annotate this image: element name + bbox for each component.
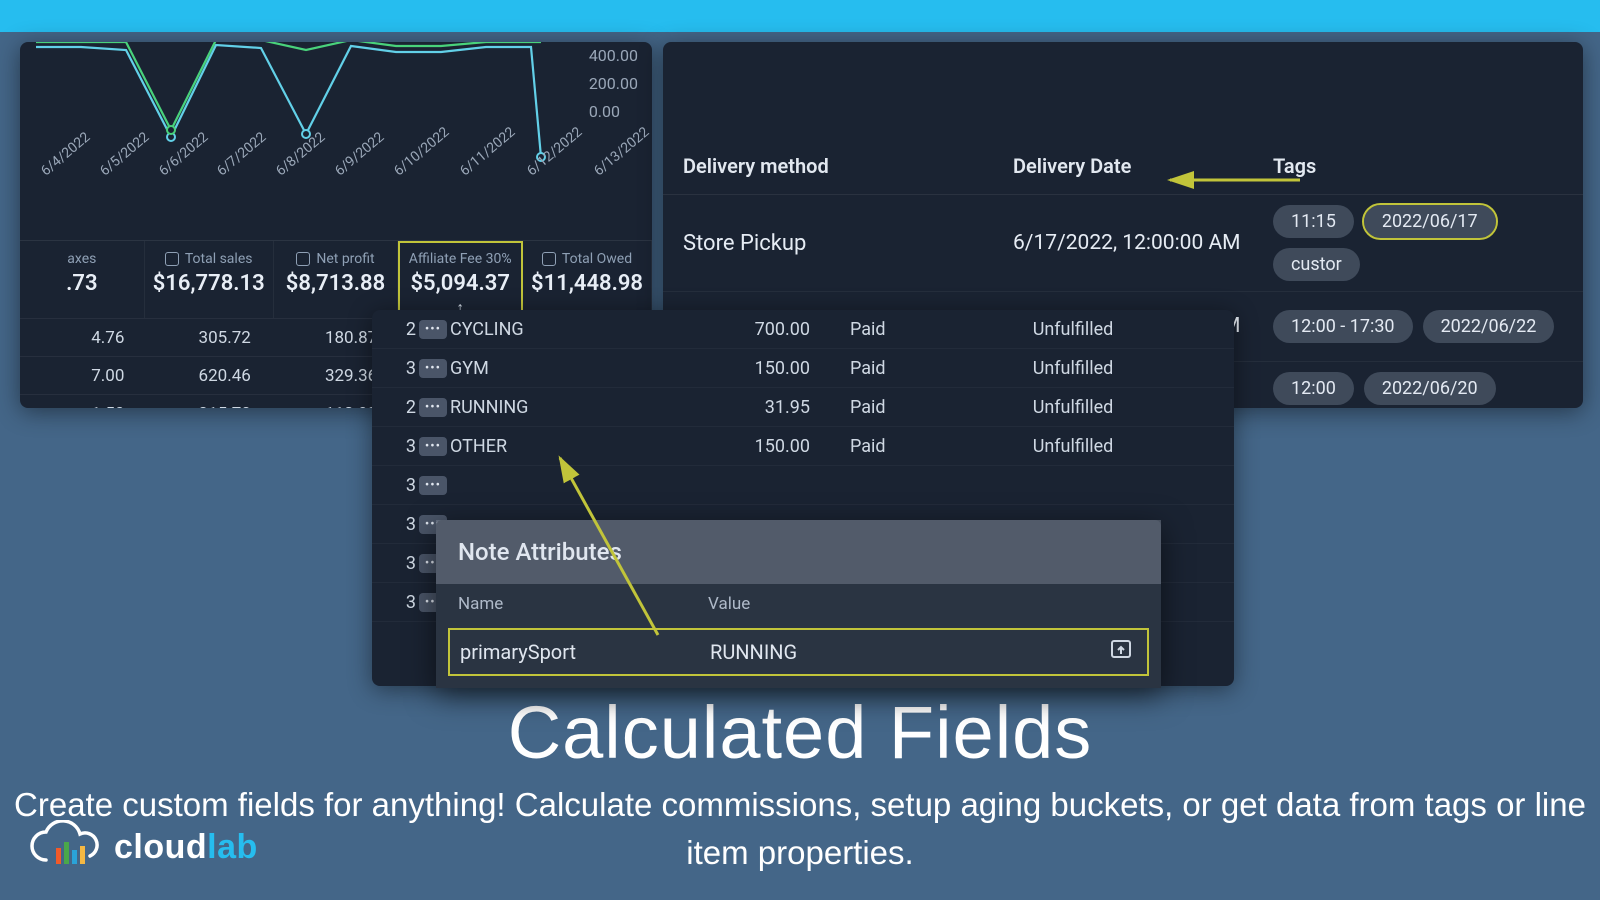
more-icon[interactable]: •••: [419, 437, 447, 456]
tag-pill[interactable]: 2022/06/22: [1423, 310, 1555, 343]
popup-row[interactable]: primarySport RUNNING: [450, 630, 1147, 674]
metric-total-sales[interactable]: Total sales $16,778.13: [145, 241, 274, 318]
metric-total-owed[interactable]: Total Owed $11,448.98: [523, 241, 652, 318]
metrics-row: axes .73 Total sales $16,778.13 Net prof…: [20, 240, 652, 318]
cloudlab-logo: cloudlab: [26, 820, 258, 874]
header-delivery-method[interactable]: Delivery method: [683, 154, 1013, 178]
more-icon[interactable]: •••: [419, 359, 447, 378]
tag-pill[interactable]: 2022/06/20: [1364, 372, 1496, 405]
metric-taxes[interactable]: axes .73: [20, 241, 145, 318]
header-delivery-date[interactable]: Delivery Date: [1013, 154, 1273, 178]
checkbox-icon[interactable]: [296, 252, 310, 266]
checkbox-icon[interactable]: [165, 252, 179, 266]
tag-pill[interactable]: 12:00 - 17:30: [1273, 310, 1413, 343]
order-row[interactable]: 3•••GYM150.00PaidUnfulfilled: [372, 349, 1234, 388]
metric-affiliate-fee[interactable]: Affiliate Fee 30% $5,094.37 ↑: [398, 241, 523, 318]
attr-value: RUNNING: [710, 640, 1137, 664]
attr-name: primarySport: [460, 640, 710, 664]
delivery-row[interactable]: Store Pickup 6/17/2022, 12:00:00 AM 11:1…: [663, 195, 1583, 292]
order-row[interactable]: 3•••OTHER150.00PaidUnfulfilled: [372, 427, 1234, 466]
delivery-header-row: Delivery method Delivery Date Tags: [663, 138, 1583, 195]
x-axis-labels: 6/4/2022 6/5/2022 6/6/2022 6/7/2022 6/8/…: [20, 167, 652, 237]
order-row[interactable]: 2•••RUNNING31.95PaidUnfulfilled: [372, 388, 1234, 427]
popup-header-name: Name: [458, 594, 708, 614]
order-row[interactable]: 2•••CYCLING700.00PaidUnfulfilled: [372, 310, 1234, 349]
checkbox-icon[interactable]: [542, 252, 556, 266]
headline-title: Calculated Fields: [0, 690, 1600, 775]
open-external-icon[interactable]: [1109, 636, 1133, 666]
tag-pill[interactable]: 11:15: [1273, 205, 1354, 238]
popup-header-value: Value: [708, 594, 1139, 614]
more-icon[interactable]: •••: [419, 320, 447, 339]
tag-pill[interactable]: 2022/06/17: [1364, 205, 1496, 238]
tag-pill[interactable]: 12:00: [1273, 372, 1354, 405]
more-icon[interactable]: •••: [419, 476, 447, 495]
order-row[interactable]: 3•••: [372, 466, 1234, 505]
more-icon[interactable]: •••: [419, 398, 447, 417]
top-bar: [0, 0, 1600, 32]
tag-pill[interactable]: custor: [1273, 248, 1360, 281]
popup-title: Note Attributes: [436, 520, 1161, 584]
y-axis-labels: 400.00 200.00 0.00: [589, 42, 638, 126]
note-attributes-popup: Note Attributes Name Value primarySport …: [436, 520, 1161, 688]
header-tags[interactable]: Tags: [1273, 154, 1563, 178]
metric-net-profit[interactable]: Net profit $8,713.88: [274, 241, 399, 318]
cloud-icon: [26, 820, 106, 874]
